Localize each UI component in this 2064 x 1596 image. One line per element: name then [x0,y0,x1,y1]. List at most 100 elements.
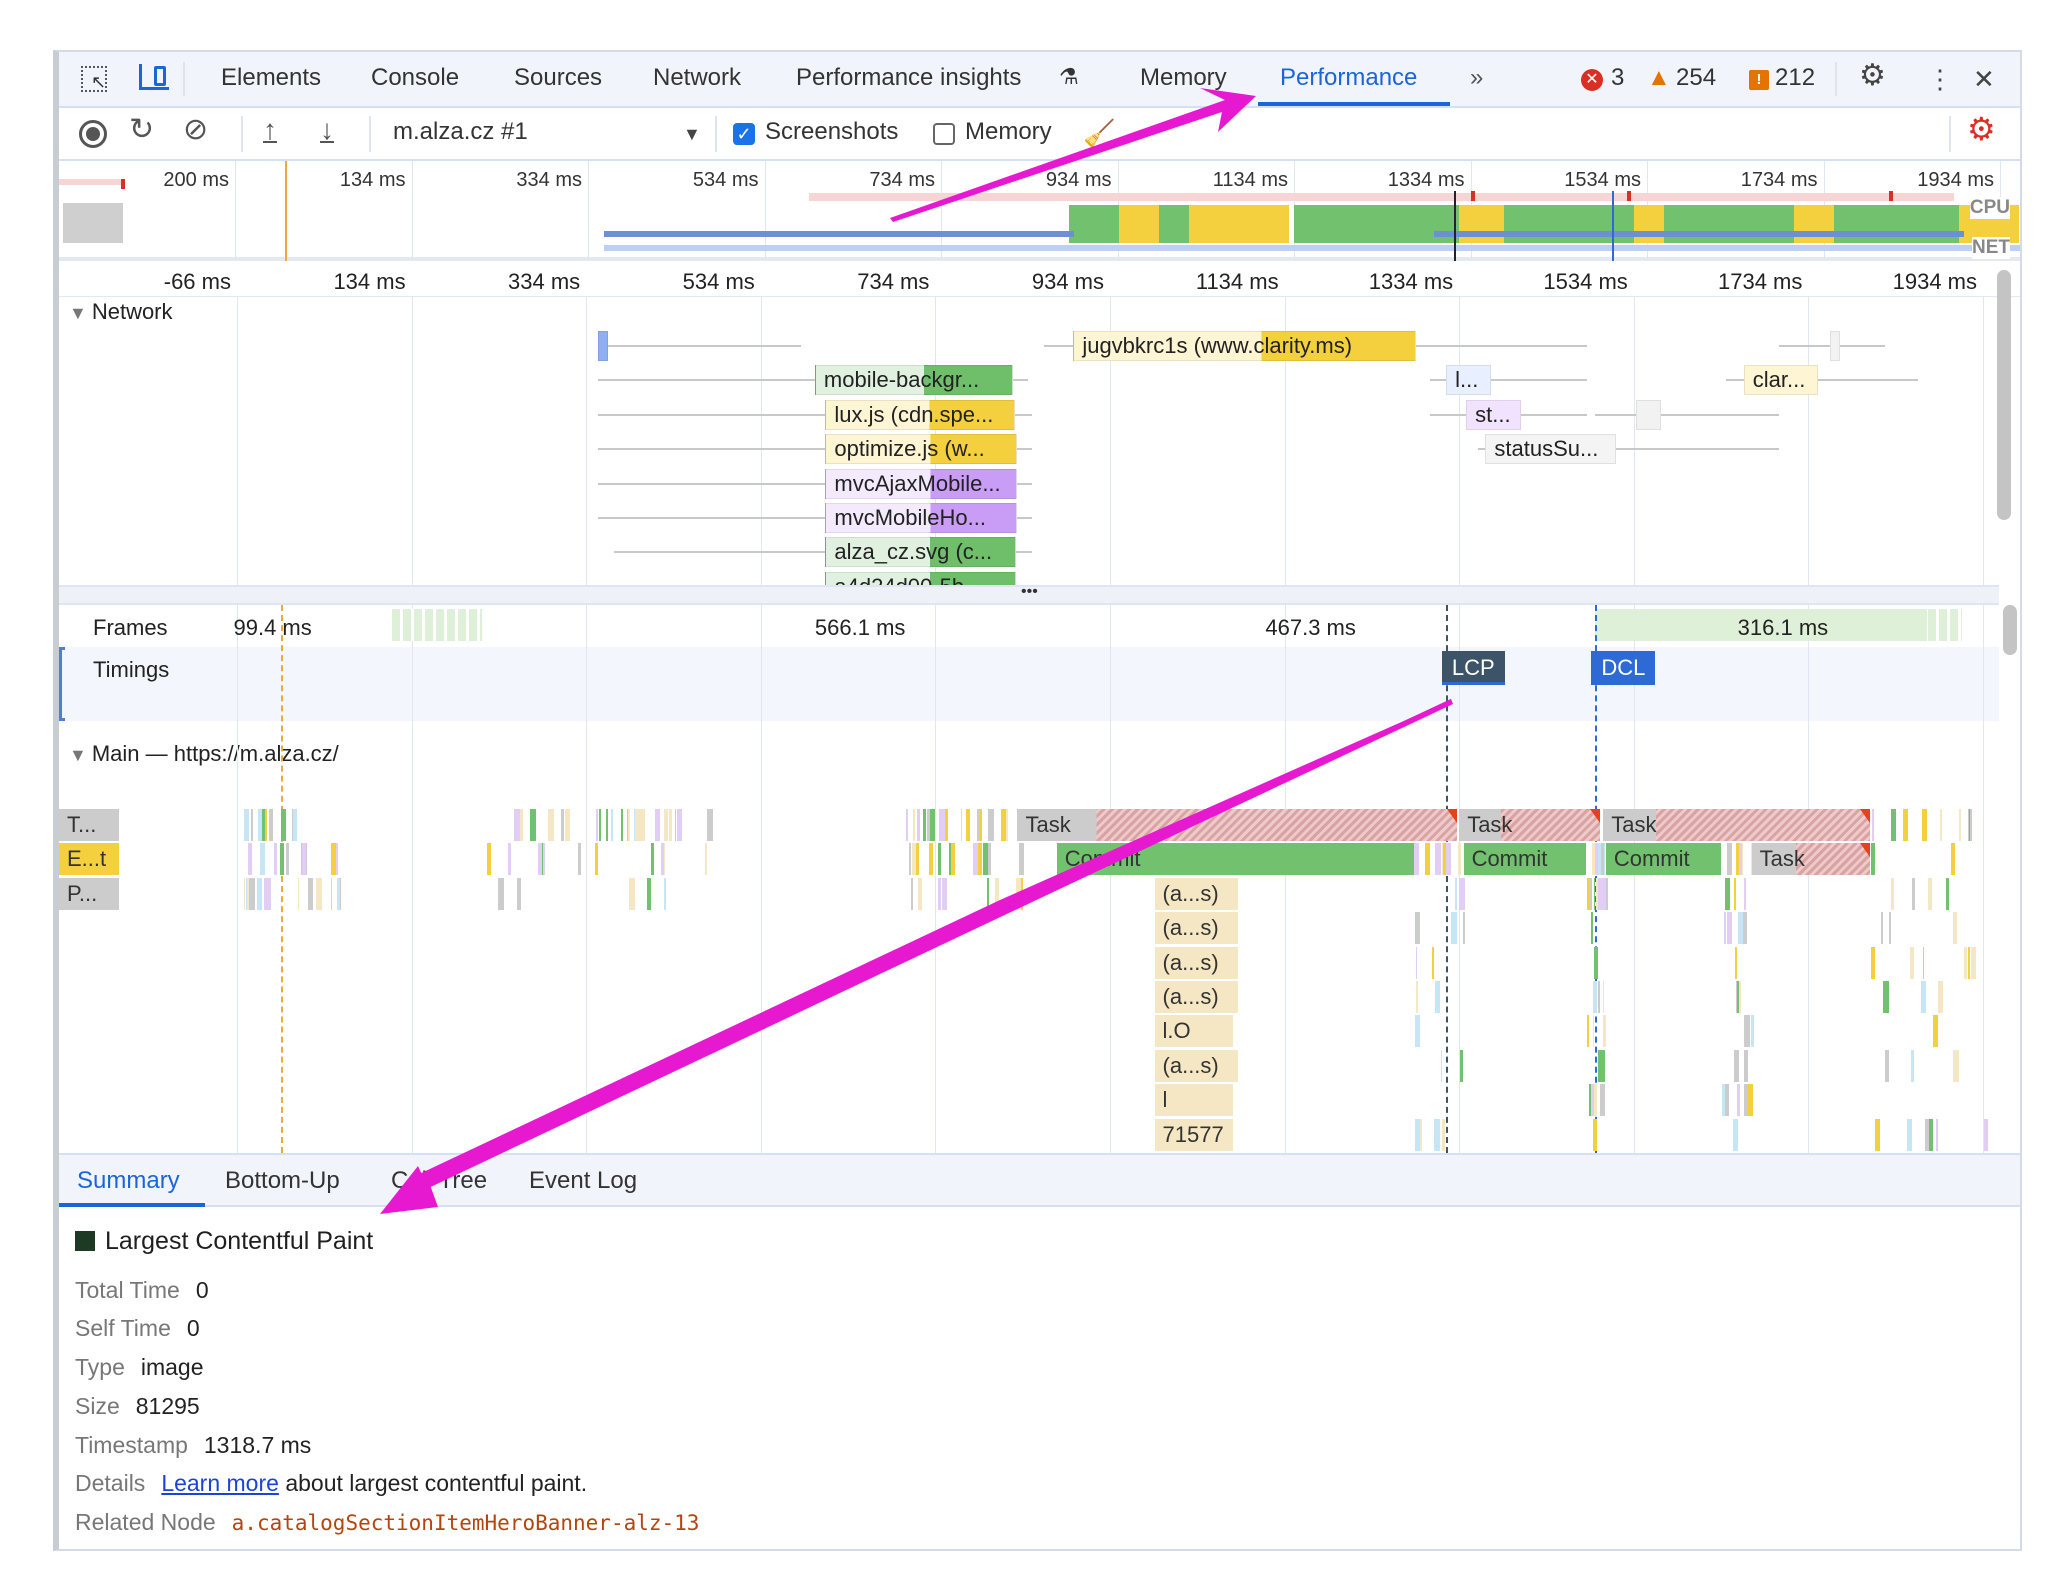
warning-icon[interactable]: ▲ [1647,64,1671,92]
tab-call-tree[interactable]: Call Tree [391,1167,487,1195]
more-options-icon[interactable]: ⋮ [1927,64,1953,95]
record-button[interactable] [79,120,107,148]
flame-sliver [1953,1049,1960,1082]
flame-sliver [929,809,936,841]
network-request[interactable]: lux.js (cdn.spe... [825,399,1015,430]
error-count[interactable]: 3 [1611,64,1624,92]
tab-event-log[interactable]: Event Log [529,1167,637,1195]
capture-settings-gear-icon[interactable]: ⚙ [1967,110,1996,148]
flame-sliver [1871,946,1876,979]
recording-select[interactable]: m.alza.cz #1 [393,118,528,146]
track-resize-handle[interactable]: ••• [59,584,1999,605]
tab-performance-insights[interactable]: Performance insights [796,64,1021,92]
flame-sliver [1923,946,1925,979]
network-request[interactable]: mvcAjaxMobile... [825,468,1018,499]
commit-event[interactable]: Commit [1056,843,1414,876]
more-tabs-icon[interactable]: » [1470,64,1483,92]
learn-more-link[interactable]: Learn more [161,1470,279,1496]
task-event[interactable]: Task [1752,843,1871,876]
tab-memory[interactable]: Memory [1140,64,1227,92]
gridline [1808,297,1810,587]
network-request[interactable]: jugvbkrc1s (www.clarity.ms) [1073,331,1416,361]
flame-sliver [1724,1084,1730,1117]
ruler-tick-label: 1334 ms [1368,269,1454,294]
flame-sliver [1416,912,1420,945]
flame-sliver [1890,809,1897,841]
function-call-event[interactable]: l.O [1154,1015,1234,1048]
network-request[interactable]: optimize.js (w... [825,434,1018,465]
flame-sliver [542,843,546,876]
network-request[interactable] [1830,331,1841,361]
memory-checkbox[interactable] [933,123,955,145]
memory-label[interactable]: Memory [965,118,1052,146]
upload-profile-icon[interactable]: ↑ [263,114,277,146]
flame-sliver [273,843,278,876]
inspect-element-icon[interactable]: ↖ [81,66,107,92]
function-call-event[interactable]: (a...s) [1154,877,1239,910]
network-request[interactable] [598,331,609,361]
ruler-tick-label: 1534 ms [1543,269,1628,294]
flame-sliver [259,843,266,876]
ruler-tick-label: 734 ms [857,269,930,294]
function-call-event[interactable]: 71577 [1154,1118,1234,1151]
tab-elements[interactable]: Elements [221,64,321,92]
gridline [1983,297,1984,587]
network-scrollbar[interactable] [1997,270,2011,520]
function-call-event[interactable]: (a...s) [1154,946,1239,979]
task-event[interactable]: Task [1017,809,1458,841]
network-request[interactable]: mobile-backgr... [814,365,1014,396]
reload-record-icon[interactable]: ↻ [129,112,154,147]
network-request[interactable]: mvcMobileHo... [825,503,1018,533]
network-request[interactable]: st... [1466,399,1522,430]
network-request[interactable]: clar... [1743,365,1818,396]
network-request[interactable] [1635,399,1661,430]
flame-sliver [910,877,913,910]
flame-sliver [966,809,970,841]
cpu-activity-segment [1189,205,1289,243]
flame-sliver [647,877,652,910]
function-call-event[interactable]: l [1154,1084,1234,1117]
settings-gear-icon[interactable]: ⚙ [1859,58,1886,93]
network-request[interactable]: l... [1446,365,1492,396]
main-thread-header[interactable]: ▼ Main — https://m.alza.cz/ [69,741,339,767]
flame-scrollbar[interactable] [2003,605,2017,655]
tab-console[interactable]: Console [371,64,459,92]
screenshots-label[interactable]: Screenshots [765,118,898,146]
related-node-link[interactable]: a.catalogSectionItemHeroBanner-alz-13 [232,1511,700,1535]
task-event[interactable]: Task [1603,809,1871,841]
tab-bottom-up[interactable]: Bottom-Up [225,1167,340,1195]
error-icon[interactable]: ✕ [1581,69,1603,91]
collect-garbage-icon[interactable]: 🧹 [1083,118,1115,149]
download-profile-icon[interactable]: ↓ [320,114,334,146]
function-call-event[interactable]: (a...s) [1154,1049,1239,1082]
issues-count[interactable]: 212 [1775,64,1815,92]
warning-count[interactable]: 254 [1676,64,1716,92]
device-toolbar-icon[interactable] [139,64,169,90]
timing-marker-dcl[interactable]: DCL [1591,651,1656,685]
commit-event[interactable]: Commit [1605,843,1722,876]
tab-summary[interactable]: Summary [77,1167,180,1195]
close-icon[interactable]: ✕ [1973,64,1995,95]
issues-icon[interactable]: ! [1749,70,1769,90]
tab-sources[interactable]: Sources [514,64,602,92]
tab-performance[interactable]: Performance [1280,64,1417,92]
gridline [1633,297,1635,587]
dcl-line [1612,191,1614,261]
main-thread-event[interactable]: E...t [59,843,119,876]
clear-icon[interactable]: ⊘ [183,112,208,147]
flame-sliver [1739,843,1742,876]
timeline-overview[interactable]: 200 ms 134 ms 334 ms 534 ms 734 ms 934 ms 1134… [59,161,2020,261]
screenshots-checkbox[interactable]: ✓ [733,123,755,145]
function-call-event[interactable]: (a...s) [1154,981,1239,1013]
network-request[interactable]: statusSu... [1485,434,1617,465]
tab-network[interactable]: Network [653,64,741,92]
chevron-down-icon[interactable]: ▼ [683,124,701,145]
task-event[interactable]: Task [1459,809,1600,841]
function-call-event[interactable]: (a...s) [1154,912,1239,945]
main-thread-event[interactable]: P... [59,877,119,910]
commit-event[interactable]: Commit [1463,843,1586,876]
network-request[interactable]: alza_cz.svg (c... [825,537,1016,568]
main-thread-event[interactable]: T... [59,809,119,841]
network-track-header[interactable]: ▼ Network [69,299,173,325]
timing-marker-lcp[interactable]: LCP [1441,651,1505,685]
